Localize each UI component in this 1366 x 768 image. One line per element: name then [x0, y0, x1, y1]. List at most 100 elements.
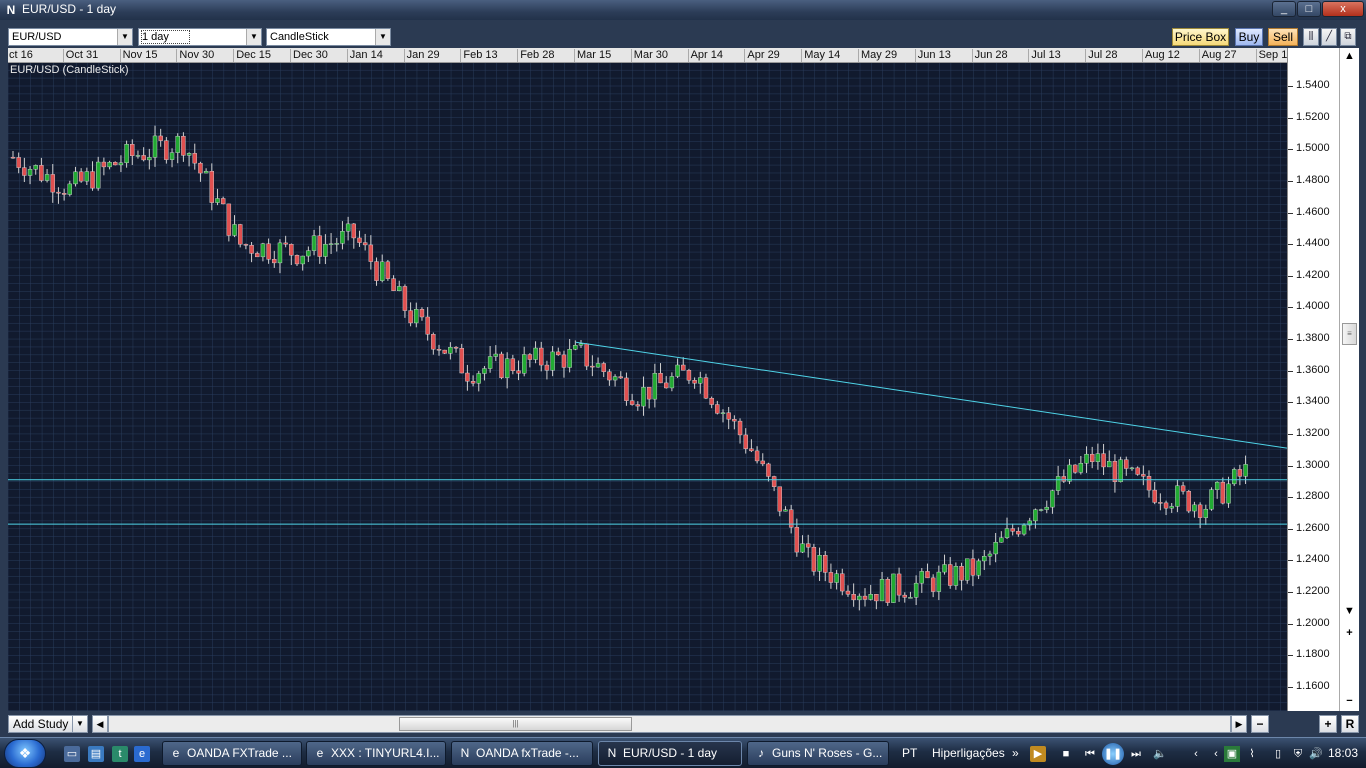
candle-body-down — [113, 162, 118, 166]
reset-button[interactable]: R — [1341, 715, 1359, 733]
taskbar-item[interactable]: e XXX : TINYURL4.I... — [306, 741, 446, 766]
price-box-button[interactable]: Price Box — [1172, 28, 1229, 46]
candle — [550, 346, 555, 377]
chart-type-select[interactable]: CandleStick ▼ — [266, 28, 391, 46]
taskbar-item-active[interactable]: N EUR/USD - 1 day — [598, 741, 742, 766]
price-axis: 1.5400 1.5200 1.5000 1.4800 1.4600 1.4400 1.42… — [1287, 48, 1339, 711]
zoom-out-price-button[interactable]: − — [1341, 693, 1358, 709]
candle-body-down — [885, 579, 890, 603]
candle — [720, 409, 726, 423]
chevron-down-icon[interactable]: ▼ — [72, 715, 88, 733]
candle — [169, 148, 175, 168]
candle-body-down — [629, 400, 635, 405]
candle — [1010, 523, 1015, 536]
candle-body-up — [135, 155, 141, 157]
scroll-up-icon[interactable]: ▲ — [1341, 48, 1358, 64]
candle — [442, 349, 447, 355]
next-icon[interactable]: ⏭ — [1128, 746, 1144, 762]
candle-body-up — [44, 174, 50, 181]
volume-icon[interactable]: 🔈 — [1152, 746, 1168, 762]
candle — [612, 374, 618, 387]
candle-body-up — [1044, 506, 1049, 510]
candle — [493, 345, 498, 362]
candle-body-down — [1158, 502, 1163, 504]
candle-body-down — [249, 245, 254, 254]
candle-body-down — [806, 543, 811, 548]
candle — [681, 357, 686, 371]
sell-button[interactable]: Sell — [1268, 28, 1298, 46]
language-indicator[interactable]: PT — [902, 746, 917, 760]
clock[interactable]: 18:03 — [1328, 746, 1358, 760]
pause-icon[interactable]: ❚❚ — [1102, 743, 1124, 765]
maximize-button[interactable]: □ — [1297, 1, 1321, 17]
candle-body-down — [436, 349, 442, 351]
scroll-left-icon[interactable]: ◀ — [92, 715, 108, 733]
candle — [1067, 459, 1072, 485]
price-tick-label: 1.5400 — [1296, 79, 1330, 91]
shield-icon[interactable]: ⛨ — [1290, 746, 1306, 762]
candle — [311, 229, 317, 256]
zoom-out-time-button[interactable]: − — [1251, 715, 1269, 733]
candle-body-down — [351, 223, 356, 239]
start-button[interactable]: ❖ — [4, 739, 46, 768]
candle — [976, 558, 981, 580]
interval-select[interactable]: 1 day ▼ — [138, 28, 262, 46]
price-tick-label: 1.3800 — [1296, 332, 1330, 345]
app-launcher-icon[interactable]: t — [112, 746, 128, 762]
switch-windows-icon[interactable]: ▤ — [88, 746, 104, 762]
chevron-right-icon[interactable]: » — [1012, 746, 1019, 760]
bars-icon[interactable]: ⫼ — [1303, 28, 1319, 46]
candle-body-down — [840, 573, 845, 592]
vertical-scroll-thumb[interactable]: ≡ — [1342, 323, 1357, 345]
price-tick — [1288, 212, 1293, 214]
candle-body-up — [1107, 461, 1112, 468]
candle-body-up — [1203, 508, 1209, 518]
taskbar-item[interactable]: e OANDA FXTrade ... — [162, 741, 302, 766]
candle-body-up — [982, 556, 987, 562]
chart-area[interactable]: EUR/USD (CandleStick) — [8, 63, 1287, 711]
graph-icon[interactable]: ⌇ — [1244, 746, 1260, 762]
trendline[interactable] — [575, 341, 1287, 449]
candle — [39, 157, 44, 183]
media-player-icon[interactable]: ▶ — [1030, 746, 1046, 762]
horizontal-scrollbar[interactable]: ||| — [108, 715, 1231, 733]
previous-icon[interactable]: ⏮ — [1082, 746, 1098, 762]
candle — [260, 242, 266, 262]
chevron-left-icon[interactable]: ‹ — [1208, 746, 1224, 762]
chevron-left-icon[interactable]: ‹ — [1188, 746, 1204, 762]
draw-line-icon[interactable]: ╱ — [1321, 28, 1337, 46]
candle — [44, 169, 50, 183]
taskbar-item[interactable]: ♪ Guns N' Roses - G... — [747, 741, 889, 766]
instrument-select[interactable]: EUR/USD ▼ — [8, 28, 133, 46]
vertical-scrollbar[interactable]: ▲ ≡ ▼ + − — [1339, 48, 1359, 711]
device-icon[interactable]: ▯ — [1270, 746, 1286, 762]
show-desktop-icon[interactable]: ▭ — [64, 746, 80, 762]
minimize-button[interactable]: _ — [1272, 1, 1296, 17]
chevron-down-icon[interactable]: ▼ — [246, 29, 261, 45]
zoom-in-price-button[interactable]: + — [1341, 625, 1358, 641]
candle — [84, 167, 90, 186]
candle-body-down — [1152, 489, 1157, 503]
candle-body-up — [493, 353, 498, 357]
horizontal-scroll-thumb[interactable]: ||| — [399, 717, 632, 731]
close-button[interactable]: x — [1322, 1, 1364, 17]
network-icon[interactable]: ▣ — [1224, 746, 1240, 762]
speaker-icon[interactable]: 🔊 — [1308, 746, 1324, 762]
candle-body-up — [800, 543, 805, 553]
candle-body-up — [1050, 490, 1055, 508]
taskbar-item[interactable]: N OANDA fxTrade -... — [451, 741, 593, 766]
scroll-down-icon[interactable]: ▼ — [1341, 603, 1358, 619]
chevron-down-icon[interactable]: ▼ — [117, 29, 132, 45]
candle-body-down — [465, 372, 470, 382]
buy-button[interactable]: Buy — [1235, 28, 1263, 46]
windows-icon[interactable]: ⧉ — [1340, 28, 1356, 46]
stop-icon[interactable]: ■ — [1058, 746, 1074, 762]
zoom-in-time-button[interactable]: + — [1319, 715, 1337, 733]
candle — [527, 353, 533, 368]
candle-body-down — [237, 224, 243, 245]
candle-body-up — [550, 351, 555, 371]
ie-icon[interactable]: e — [134, 746, 150, 762]
chevron-down-icon[interactable]: ▼ — [375, 29, 390, 45]
links-toolbar[interactable]: Hiperligações — [932, 746, 1005, 760]
scroll-right-icon[interactable]: ▶ — [1231, 715, 1247, 733]
